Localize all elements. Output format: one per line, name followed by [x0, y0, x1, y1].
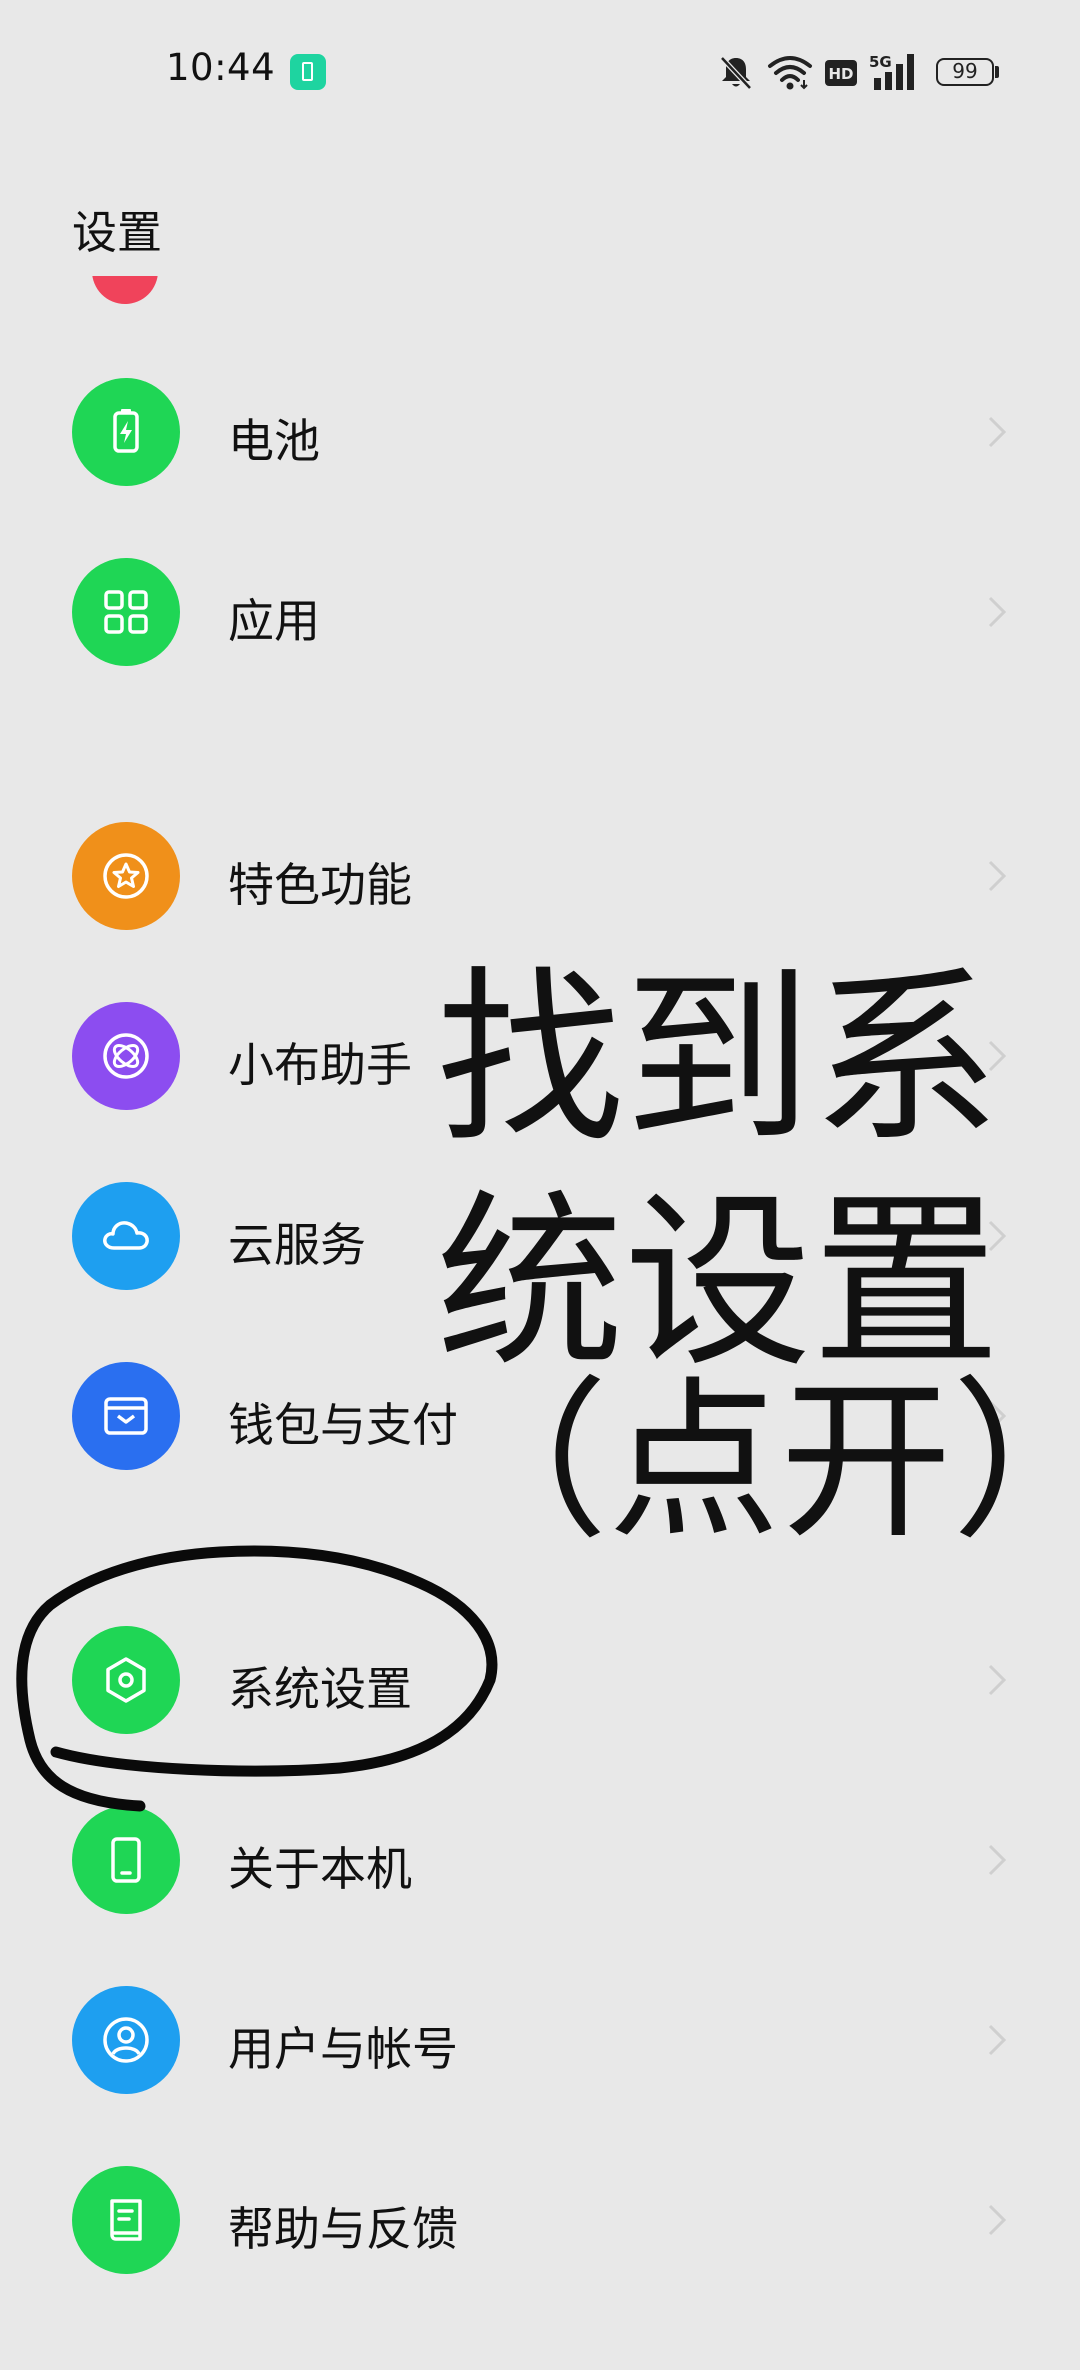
- settings-item-help[interactable]: 帮助与反馈: [0, 2130, 1080, 2310]
- page-title: 设置: [72, 206, 163, 259]
- settings-item-about[interactable]: 关于本机: [0, 1770, 1080, 1950]
- settings-item-features[interactable]: 特色功能: [0, 786, 1080, 966]
- chevron-right-icon: [988, 416, 1007, 448]
- settings-item-battery[interactable]: 电池: [0, 342, 1080, 522]
- wifi-icon: [768, 56, 812, 90]
- status-time: 10:44: [166, 46, 276, 89]
- status-bar: 10:44 HD 5G 99: [0, 0, 1080, 140]
- wallet-icon: [72, 1362, 180, 1470]
- settings-item-label: 特色功能: [228, 858, 412, 912]
- battery-icon: [72, 378, 180, 486]
- settings-item-label: 应用: [228, 594, 320, 648]
- settings-item-label: 钱包与支付: [228, 1398, 458, 1452]
- scrolled-item-icon: [92, 276, 158, 306]
- hd-icon: HD: [825, 60, 857, 86]
- annotation-line-3: （点开）: [436, 1361, 1080, 1562]
- settings-item-label: 小布助手: [228, 1038, 412, 1092]
- settings-item-label: 云服务: [228, 1218, 366, 1272]
- chevron-right-icon: [988, 596, 1007, 628]
- assistant-icon: [72, 1002, 180, 1110]
- settings-item-label: 帮助与反馈: [228, 2202, 458, 2256]
- battery-icon: 99: [936, 50, 1002, 94]
- settings-screen: 10:44 HD 5G 99 设置 电池 应用 特色功能 小布助手 云服务 钱包…: [0, 0, 1080, 2370]
- chevron-right-icon: [988, 860, 1007, 892]
- annotation-line-2: 统设置: [436, 1174, 1000, 1393]
- settings-item-user-account[interactable]: 用户与帐号: [0, 1950, 1080, 2130]
- settings-item-label: 关于本机: [228, 1842, 412, 1896]
- chevron-right-icon: [988, 1664, 1007, 1696]
- svg-text:5G: 5G: [869, 53, 892, 71]
- star-badge-icon: [72, 822, 180, 930]
- chevron-right-icon: [988, 2024, 1007, 2056]
- apps-grid-icon: [72, 558, 180, 666]
- system-settings-icon: [72, 1626, 180, 1734]
- cloud-icon: [72, 1182, 180, 1290]
- settings-item-label: 电池: [228, 414, 320, 468]
- svg-text:HD: HD: [828, 65, 853, 83]
- settings-item-label: 系统设置: [228, 1662, 412, 1716]
- settings-item-system[interactable]: 系统设置: [0, 1590, 1080, 1770]
- signal-5g-icon: 5G: [869, 53, 914, 90]
- phone-icon: [72, 1806, 180, 1914]
- user-account-icon: [72, 1986, 180, 2094]
- chevron-right-icon: [988, 1844, 1007, 1876]
- battery-saver-icon: [290, 54, 326, 90]
- chevron-right-icon: [988, 2204, 1007, 2236]
- battery-level: 99: [936, 58, 994, 86]
- settings-item-label: 用户与帐号: [228, 2022, 458, 2076]
- annotation-line-1: 找到系: [436, 950, 1000, 1169]
- settings-item-apps[interactable]: 应用: [0, 522, 1080, 702]
- help-book-icon: [72, 2166, 180, 2274]
- bell-muted-icon: [720, 56, 752, 90]
